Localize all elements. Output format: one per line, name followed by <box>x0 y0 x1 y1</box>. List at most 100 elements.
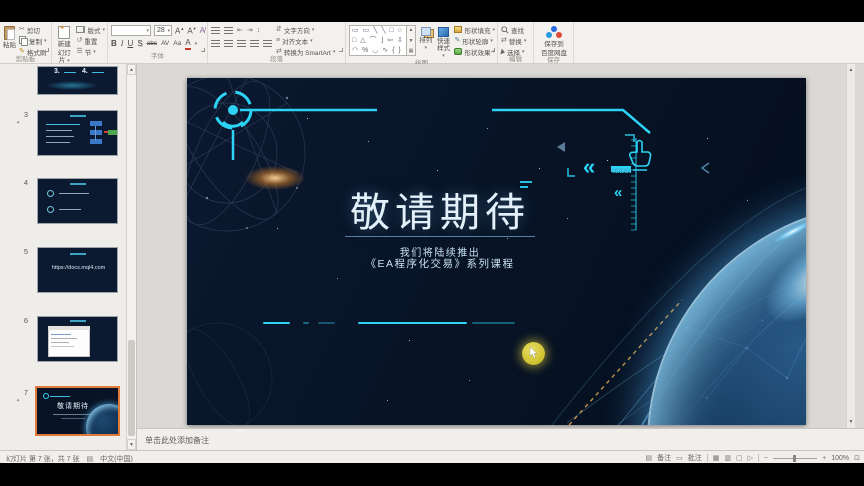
thumbnail-slide-3[interactable] <box>37 110 118 156</box>
thumb3-flow-box <box>90 130 102 135</box>
convert-smartart-button[interactable]: ⇄ 转换为 SmartArt ▾ <box>276 47 335 57</box>
hud-frame <box>213 90 651 160</box>
numbering-icon[interactable] <box>224 26 233 35</box>
paste-button[interactable]: 粘贴 <box>3 25 16 49</box>
shape-gallery-row: ◠ % ◡ ∿ { } <box>352 47 402 54</box>
bullets-icon[interactable] <box>211 26 220 35</box>
reading-view-button[interactable]: ▢ <box>736 454 743 462</box>
clipboard-dialog-launcher[interactable] <box>45 48 49 52</box>
shapes-gallery[interactable]: ▭ ▭ ╲ ╲ □ ○ □ △ ⌒ ⌋ ⇦ ⇩ ◠ % ◡ ∿ { } ▲ ▼ ▦ <box>349 25 416 56</box>
copy-button[interactable]: 复制 ▾ <box>19 36 47 46</box>
scissors-icon: ✂ <box>19 26 25 33</box>
mouse-pointer-icon <box>529 347 538 359</box>
language-indicator[interactable]: 中文(中国) <box>100 454 133 464</box>
notes-toggle-button[interactable]: 备注 <box>657 453 671 463</box>
bold-button[interactable]: B <box>111 39 117 49</box>
scrollbar-thumb[interactable] <box>128 340 135 436</box>
cut-button[interactable]: ✂ 剪切 <box>19 25 47 35</box>
layout-button[interactable]: 版式 ▾ <box>76 25 105 35</box>
slide-sorter-view-button[interactable]: ▥ <box>724 454 731 462</box>
paragraph-dialog-launcher[interactable] <box>339 48 343 52</box>
powerpoint-window: 粘贴 ✂剪切 复制▾ ✎格式刷 剪贴板 新建 幻灯片 ▾ 版式▾ <box>0 0 864 486</box>
clear-formatting-button[interactable]: A̸ <box>200 26 205 36</box>
decrease-indent-icon[interactable]: ⇤ <box>237 26 243 36</box>
thumbnail-scrollbar[interactable]: ▲ ▼ <box>126 64 136 450</box>
align-right-icon[interactable] <box>237 39 246 48</box>
spellcheck-icon[interactable]: ▤ <box>87 455 94 463</box>
thumbnail-slide-6[interactable] <box>37 316 118 362</box>
section-button[interactable]: ☰ 节 ▾ <box>76 47 105 57</box>
normal-view-button[interactable]: ▦ <box>713 454 720 462</box>
change-case-button[interactable]: Aa <box>173 39 181 49</box>
drawing-dialog-launcher[interactable] <box>491 48 495 52</box>
find-button[interactable]: 查找 <box>501 25 526 35</box>
editing-group-label: 编辑 <box>509 56 522 63</box>
grow-font-button[interactable]: A▲ <box>175 24 184 37</box>
select-button[interactable]: 选择 ▾ <box>500 47 526 57</box>
slide-title-textbox[interactable]: 敬请期待 <box>315 180 565 238</box>
replace-button[interactable]: ⇄ 替换 ▾ <box>501 36 526 46</box>
animation-indicator-icon: ✦ <box>16 120 21 126</box>
columns-icon[interactable] <box>263 39 272 48</box>
slide-position-indicator: 幻灯片 第 7 张，共 7 张 <box>6 455 80 463</box>
strikethrough-button[interactable]: abc <box>147 39 157 49</box>
fit-to-window-button[interactable]: ⊡ <box>854 454 860 462</box>
font-name-combo[interactable]: ▾ <box>111 25 151 36</box>
new-slide-button[interactable]: 新建 幻灯片 ▾ <box>55 25 73 65</box>
corner-mark <box>625 134 635 142</box>
thumbnail-slide-7-selected[interactable]: 敬请期待 <box>35 386 120 436</box>
mouse-highlight <box>522 342 545 365</box>
text-shadow-button[interactable]: S <box>137 39 142 49</box>
increase-indent-icon[interactable]: ⇥ <box>247 26 253 36</box>
scroll-down-arrow[interactable]: ▼ <box>127 439 136 450</box>
shape-effects-button[interactable]: 形状效果 ▾ <box>454 47 495 57</box>
font-color-button[interactable]: A <box>185 38 191 50</box>
align-text-button[interactable]: ≡ 对齐文本 ▾ <box>276 36 335 46</box>
shape-outline-button[interactable]: ✎ 形状轮廓 ▾ <box>454 36 495 46</box>
justify-icon[interactable] <box>250 39 259 48</box>
thumbnail-slide-2[interactable]: 3. 4. <box>37 66 118 95</box>
zoom-in-button[interactable]: + <box>822 455 826 462</box>
comments-toggle-button[interactable]: 批注 <box>688 453 702 463</box>
align-left-icon[interactable] <box>211 39 220 48</box>
ribbon-group-paragraph: ⇤ ⇥ ↕ ⇵ 文字方向 ▾ ≡ 对齐文本 ▾ ⇄ 转换为 SmartArt ▾… <box>208 22 346 63</box>
shapes-gallery-scroll[interactable]: ▲ ▼ ▦ <box>407 25 416 56</box>
shape-fill-button[interactable]: 形状填充 ▾ <box>454 25 495 35</box>
chevron-left-icon: « <box>583 154 596 179</box>
slide-area-scrollbar[interactable]: ▲ ▼ <box>846 64 855 428</box>
thumb4-circle <box>47 206 54 213</box>
font-dialog-launcher[interactable] <box>201 48 205 52</box>
scroll-up-arrow[interactable]: ▲ <box>847 65 855 75</box>
thumbnail-slide-5[interactable]: https://docs.mql4.com <box>37 247 118 293</box>
character-spacing-button[interactable]: AV <box>161 39 169 49</box>
quick-styles-button[interactable]: 快速样式 ▾ <box>435 25 451 60</box>
scroll-up-arrow[interactable]: ▲ <box>127 64 136 75</box>
line-spacing-icon[interactable]: ↕ <box>257 26 261 36</box>
underline-button[interactable]: U <box>127 39 133 49</box>
reset-button[interactable]: ↺ 重置 <box>76 36 105 46</box>
save-to-baidu-button[interactable]: 保存到 百度网盘 <box>541 25 567 57</box>
zoom-out-button[interactable]: − <box>764 455 768 462</box>
select-cursor-icon <box>500 48 506 55</box>
scroll-down-arrow[interactable]: ▼ <box>847 417 855 427</box>
align-center-icon[interactable] <box>224 39 233 48</box>
arrange-icon <box>420 27 431 36</box>
orange-lens-flare <box>245 166 305 190</box>
format-painter-button[interactable]: ✎ 格式刷 <box>19 47 47 57</box>
notes-placeholder[interactable]: 单击此处添加备注 <box>145 435 209 446</box>
slide-editing-surface[interactable]: « «««« « 敬请期待 我们将陆续推出 《EA程序化交易》系列课程 <box>187 78 806 425</box>
arrange-button[interactable]: 排列 ▾ <box>419 25 432 52</box>
shrink-font-button[interactable]: A▼ <box>187 24 196 37</box>
ribbon-group-clipboard: 粘贴 ✂ 剪切 复制 ▾ ✎ 格式刷 剪贴板 <box>0 22 52 63</box>
font-size-combo[interactable]: 28 ▾ <box>154 25 172 36</box>
zoom-level[interactable]: 100% <box>831 455 849 462</box>
slideshow-button[interactable]: ▷ <box>748 454 753 462</box>
slide-subtitle-line2[interactable]: 《EA程序化交易》系列课程 <box>290 256 590 271</box>
title-divider-line <box>345 236 535 237</box>
notes-pane[interactable]: 单击此处添加备注 <box>137 428 864 450</box>
zoom-slider[interactable] <box>773 454 818 462</box>
text-direction-button[interactable]: ⇵ 文字方向 ▾ <box>276 25 335 35</box>
thumbnail-slide-4[interactable] <box>37 178 118 224</box>
zoom-slider-thumb[interactable] <box>793 454 797 462</box>
italic-button[interactable]: I <box>121 39 124 49</box>
